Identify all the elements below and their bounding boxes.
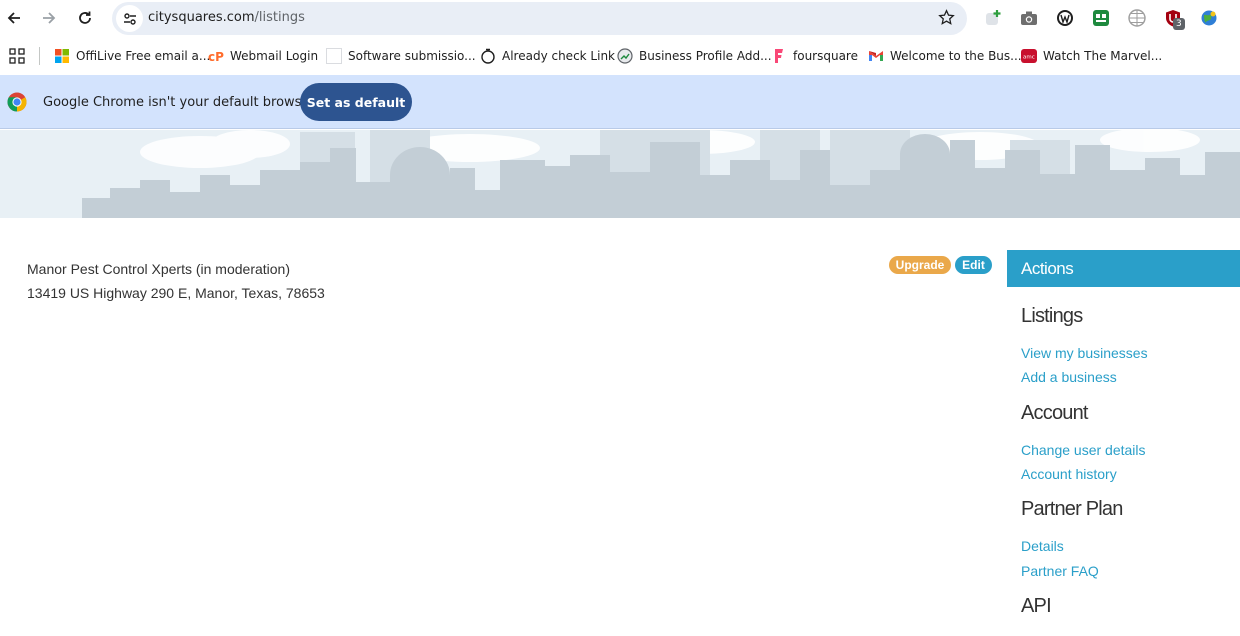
bookmark-welcome-to-the-bus[interactable]: Welcome to the Bus... [868, 47, 1022, 65]
forward-button[interactable] [37, 6, 61, 30]
default-browser-infobar: Google Chrome isn't your default browser… [0, 75, 1240, 129]
sidebar-heading-partner-plan: Partner Plan [1021, 498, 1123, 520]
url-path: /listings [254, 10, 305, 25]
chrome-menu-button[interactable] [1232, 8, 1240, 28]
apps-button[interactable] [9, 47, 25, 65]
view-my-businesses-link[interactable]: View my businesses [1021, 345, 1148, 361]
bookmark-label: Watch The Marvel... [1043, 49, 1163, 63]
windows-logo-icon [55, 49, 69, 63]
camera-extension-icon[interactable] [1019, 8, 1039, 28]
back-button[interactable] [2, 6, 26, 30]
blank-page-icon [326, 48, 342, 64]
city-skyline-banner [0, 130, 1240, 218]
infobar-message: Google Chrome isn't your default browser [43, 95, 315, 110]
star-icon [938, 9, 955, 25]
foursquare-icon [775, 49, 783, 63]
reload-icon [79, 11, 91, 24]
sidebar-heading-account: Account [1021, 402, 1088, 424]
add-a-business-link[interactable]: Add a business [1021, 369, 1117, 385]
listing-address: 13419 US Highway 290 E, Manor, Texas, 78… [27, 285, 325, 301]
bookmark-label: Software submissio... [348, 49, 476, 63]
details-link[interactable]: Details [1021, 538, 1064, 554]
svg-text:amc: amc [1023, 55, 1035, 61]
bookmark-star-button[interactable] [938, 9, 955, 31]
upgrade-button[interactable]: Upgrade [889, 256, 951, 274]
address-bar[interactable]: citysquares.com/listings [112, 2, 967, 35]
ublock-extension-icon[interactable]: 3 [1163, 8, 1185, 30]
extension-badge: 3 [1173, 18, 1185, 30]
skyline-illustration [82, 130, 1240, 218]
bookmarks-divider [39, 47, 40, 65]
bookmark-watch-the-marvel[interactable]: amc Watch The Marvel... [1021, 47, 1162, 65]
bookmark-offilive[interactable]: OffiLive Free email a... [54, 47, 210, 65]
bookmark-label: Webmail Login [230, 49, 319, 63]
bookmark-webmail-login[interactable]: cP Webmail Login [208, 47, 318, 65]
partner-faq-link[interactable]: Partner FAQ [1021, 563, 1099, 579]
stopwatch-icon [481, 48, 495, 64]
bookmark-label: Welcome to the Bus... [890, 49, 1022, 63]
change-user-details-link[interactable]: Change user details [1021, 442, 1146, 458]
bookmark-label: Business Profile Add... [639, 49, 772, 63]
gmail-icon [869, 51, 883, 61]
browser-toolbar: citysquares.com/listings 3 [0, 0, 1240, 37]
url-host: citysquares.com [148, 10, 255, 25]
bookmark-label: foursquare [793, 49, 858, 63]
amc-icon: amc [1021, 49, 1037, 63]
globe-chart-icon [617, 48, 633, 64]
bookmark-business-profile[interactable]: Business Profile Add... [617, 47, 772, 65]
globe-grid-extension-icon[interactable] [1127, 8, 1147, 28]
tune-icon [123, 12, 136, 25]
set-as-default-button[interactable]: Set as default [300, 83, 412, 121]
reload-button[interactable] [73, 6, 97, 30]
sidebar-heading-api: API [1021, 595, 1052, 617]
green-extension-icon[interactable] [1091, 8, 1111, 28]
apps-grid-icon [9, 48, 25, 64]
bookmark-label: OffiLive Free email a... [76, 49, 211, 63]
sidebar-heading-listings: Listings [1021, 305, 1083, 327]
back-arrow-icon [7, 12, 20, 24]
wordpress-extension-icon[interactable] [1055, 8, 1075, 28]
earth-extension-icon[interactable] [1199, 8, 1219, 28]
extension-plus-icon[interactable] [983, 8, 1003, 28]
url-text: citysquares.com/listings [148, 10, 305, 25]
bookmark-software-submission[interactable]: Software submissio... [326, 47, 476, 65]
forward-arrow-icon [43, 12, 56, 24]
cpanel-icon: cP [208, 50, 224, 64]
svg-text:cP: cP [208, 50, 224, 64]
listing-business-name: Manor Pest Control Xperts (in moderation… [27, 261, 290, 277]
edit-button[interactable]: Edit [955, 256, 992, 274]
bookmark-label: Already check Link [502, 49, 616, 63]
chrome-logo-icon [7, 92, 27, 112]
site-info-button[interactable] [116, 5, 143, 32]
bookmark-already-check-link[interactable]: Already check Link [480, 47, 615, 65]
actions-header: Actions [1007, 250, 1240, 287]
account-history-link[interactable]: Account history [1021, 466, 1117, 482]
bookmark-foursquare[interactable]: foursquare [771, 47, 858, 65]
bookmarks-bar: OffiLive Free email a... cP Webmail Logi… [0, 37, 1240, 75]
